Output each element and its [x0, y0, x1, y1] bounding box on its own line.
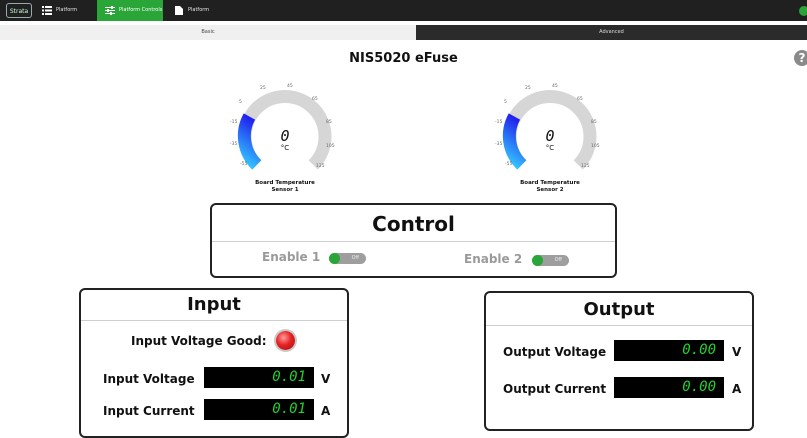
gauge-tick: -55 [505, 162, 513, 167]
output-current-unit: A [732, 382, 742, 396]
gauge-tick: 125 [581, 164, 590, 169]
tab-basic[interactable]: Basic [0, 25, 416, 40]
output-title: Output [583, 299, 655, 320]
output-voltage-display: 0.00 [614, 340, 724, 361]
gauge-tick: 25 [525, 86, 531, 91]
nav-platform-controls[interactable]: Platform Controls [97, 0, 163, 21]
gauge-tick: -15 [495, 120, 503, 125]
help-icon[interactable]: ? [794, 50, 807, 66]
gauge-tick: 85 [591, 120, 597, 125]
temperature-gauge-1: -55 -35 -15 5 25 45 65 85 105 125 0 °C B… [230, 82, 360, 202]
tab-advanced[interactable]: Advanced [416, 25, 807, 40]
control-panel: Control Enable 1 Off Enable 2 Off [210, 203, 617, 278]
gauge-tick: 65 [577, 97, 583, 102]
switch-knob [329, 253, 340, 264]
gauge-tick: 85 [326, 120, 332, 125]
control-title: Control [372, 212, 455, 236]
user-avatar-icon[interactable] [799, 6, 807, 16]
gauge-label: Board Temperature Sensor 1 [230, 180, 340, 194]
switch-knob [532, 255, 543, 266]
gauge-tick: 5 [504, 100, 507, 105]
gauge-tick: 25 [260, 86, 266, 91]
gauge-unit: °C [545, 144, 555, 152]
divider [212, 241, 615, 242]
strata-logo[interactable]: Strata [6, 3, 32, 18]
input-title: Input [187, 294, 241, 315]
output-current-label: Output Current [503, 382, 607, 396]
list-icon [42, 6, 52, 15]
gauge-value: 0 [545, 127, 555, 145]
gauge-tick: 125 [316, 164, 325, 169]
enable2-switch[interactable]: Off [532, 255, 569, 266]
document-icon [175, 6, 183, 15]
output-voltage-unit: V [732, 345, 742, 359]
enable1-label: Enable 1 [262, 250, 321, 264]
input-voltage-display: 0.01 [204, 367, 314, 388]
gauge-label-line1: Board Temperature [520, 180, 580, 186]
input-voltage-good-led [276, 331, 295, 350]
gauge-tick: 45 [287, 84, 293, 89]
input-voltage-unit: V [321, 372, 331, 386]
divider [486, 325, 752, 326]
nav-platform-selection[interactable]: Platform Selection [34, 0, 94, 34]
gauge-label: Board Temperature Sensor 2 [495, 180, 605, 194]
nav-platform-content[interactable]: Platform Content [166, 0, 230, 34]
input-voltage-good-label: Input Voltage Good: [131, 334, 267, 348]
gauge-label-line2: Sensor 1 [271, 187, 299, 193]
output-voltage-label: Output Voltage [503, 345, 607, 359]
input-panel: Input Input Voltage Good: Input Voltage … [79, 288, 349, 438]
gauge-label-line1: Board Temperature [255, 180, 315, 186]
output-current-display: 0.00 [614, 377, 724, 398]
top-nav-bar: Strata Platform Selection Platform Contr… [0, 0, 807, 34]
sliders-icon [105, 6, 115, 15]
input-current-display: 0.01 [204, 399, 314, 420]
gauge-tick: 65 [312, 97, 318, 102]
page-title: NIS5020 eFuse [349, 51, 458, 66]
gauge-tick: 45 [552, 84, 558, 89]
output-panel: Output Output Voltage 0.00 V Output Curr… [484, 291, 754, 431]
gauge-tick: -55 [240, 162, 248, 167]
temperature-gauge-2: -55 -35 -15 5 25 45 65 85 105 125 0 °C B… [495, 82, 625, 202]
gauge-tick: -15 [230, 120, 238, 125]
input-voltage-label: Input Voltage [103, 372, 195, 386]
input-current-label: Input Current [103, 404, 195, 418]
gauge-label-line2: Sensor 2 [536, 187, 564, 193]
divider [81, 320, 347, 321]
switch-state: Off [554, 257, 562, 263]
gauge-tick: 5 [239, 100, 242, 105]
enable2-label: Enable 2 [464, 252, 523, 266]
enable1-switch[interactable]: Off [329, 253, 366, 264]
input-current-unit: A [321, 404, 331, 418]
gauge-unit: °C [280, 144, 290, 152]
nav-label: Platform Controls [119, 7, 163, 13]
switch-state: Off [351, 255, 359, 261]
gauge-value: 0 [280, 127, 290, 145]
